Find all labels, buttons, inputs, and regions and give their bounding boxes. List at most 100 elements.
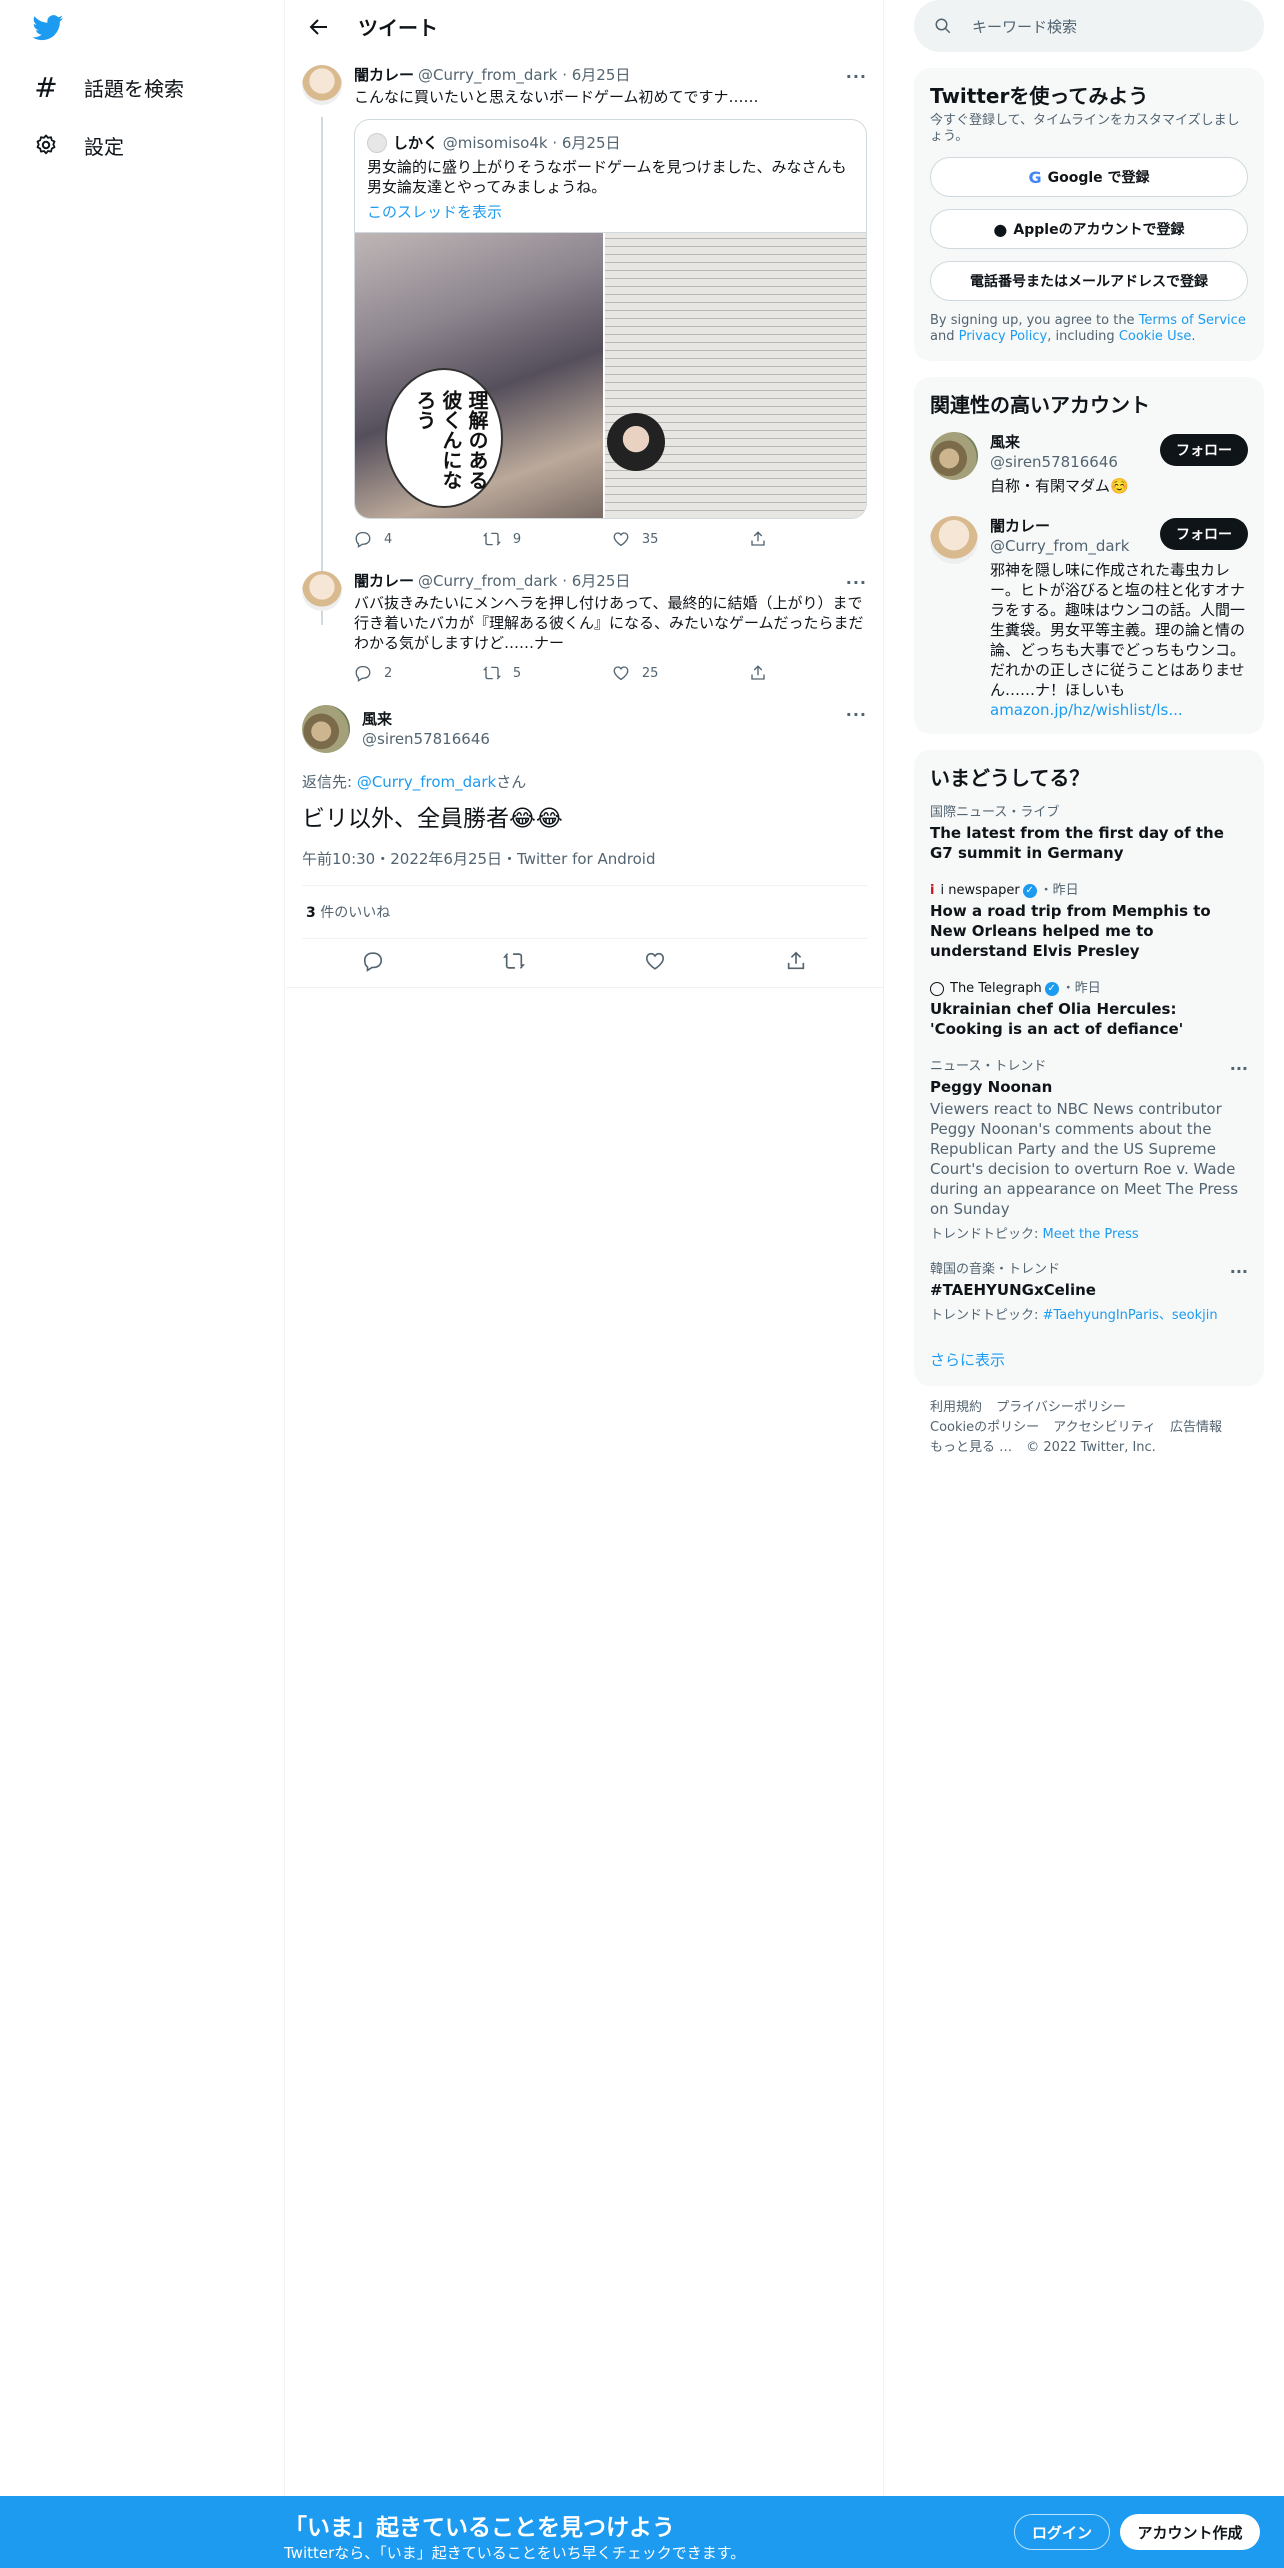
nav-settings[interactable]: 設定 bbox=[30, 120, 124, 170]
follow-button[interactable]: フォロー bbox=[1160, 434, 1248, 466]
share-button[interactable] bbox=[749, 530, 779, 548]
quoted-tweet[interactable]: しかく @misomiso4k · 6月25日 男女論的に盛り上がりそうなボード… bbox=[354, 119, 867, 519]
trend-context: 国際ニュース・ライブ bbox=[930, 805, 1060, 820]
search-box[interactable]: キーワード検索 bbox=[914, 0, 1264, 52]
trend-context: 韓国の音楽・トレンド bbox=[930, 1262, 1061, 1277]
avatar[interactable] bbox=[302, 571, 342, 611]
more-options-icon[interactable]: ··· bbox=[846, 573, 867, 592]
trend-topic-link[interactable]: #TaehyungInParis、seokjin bbox=[1043, 1308, 1218, 1323]
trend-item[interactable]: i i newspaper ✓ ・昨日 How a road trip from… bbox=[914, 873, 1264, 971]
reply-prefix: 返信先: bbox=[302, 773, 357, 791]
trend-item[interactable]: ニュース・トレンド ··· Peggy Noonan Viewers react… bbox=[914, 1049, 1264, 1252]
account-bio: 自称・有閑マダム☺️ bbox=[990, 477, 1129, 495]
image-caption: 理解のある彼くんになろう bbox=[413, 390, 489, 490]
back-arrow-icon[interactable] bbox=[302, 10, 336, 44]
cookie-use-link[interactable]: Cookie Use bbox=[1119, 329, 1192, 344]
share-button[interactable] bbox=[749, 664, 779, 682]
avatar[interactable] bbox=[302, 705, 350, 753]
reply-to-link[interactable]: @Curry_from_dark bbox=[357, 773, 496, 791]
tweet-actions: 2 5 25 bbox=[354, 653, 779, 693]
account-bio-link[interactable]: amazon.jp/hz/wishlist/ls... bbox=[990, 701, 1183, 719]
tweet-text: ババ抜きみたいにメンヘラを押し付けあって、最終的に結婚（上がり）まで行き着いたバ… bbox=[354, 594, 864, 652]
tweet-author-handle[interactable]: @siren57816646 bbox=[362, 730, 490, 748]
search-icon bbox=[935, 18, 951, 34]
tweet-actions bbox=[302, 939, 867, 987]
trend-item[interactable]: The Telegraph ✓ ・昨日 Ukrainian chef Olia … bbox=[914, 971, 1264, 1049]
show-thread-link[interactable]: このスレッドを表示 bbox=[355, 197, 866, 232]
footer-link[interactable]: 利用規約 bbox=[930, 1400, 982, 1415]
privacy-policy-link[interactable]: Privacy Policy bbox=[959, 329, 1048, 344]
trend-item[interactable]: 国際ニュース・ライブ The latest from the first day… bbox=[914, 795, 1264, 873]
email-signup-button[interactable]: 電話番号またはメールアドレスで登録 bbox=[930, 261, 1248, 301]
show-more-link[interactable]: さらに表示 bbox=[914, 1333, 1264, 1386]
tweet-author-name[interactable]: 闇カレー bbox=[354, 571, 414, 591]
trend-topic-label: トレンドトピック: bbox=[930, 1308, 1043, 1323]
more-options-icon[interactable]: ··· bbox=[1230, 1059, 1248, 1078]
reply-button[interactable]: 2 bbox=[354, 664, 392, 682]
tweet-timestamp[interactable]: 午前10:30・2022年6月25日・Twitter for Android bbox=[302, 848, 867, 886]
google-icon: G bbox=[1028, 167, 1042, 187]
tweet-author-name[interactable]: 風来 bbox=[362, 709, 490, 729]
quote-text: 男女論的に盛り上がりそうなボードゲームを見つけました、みなさんも男女論友達とやっ… bbox=[367, 158, 847, 196]
like-button[interactable]: 25 bbox=[612, 664, 658, 682]
google-signup-button[interactable]: G Google で登録 bbox=[930, 157, 1248, 197]
retweet-count: 5 bbox=[512, 665, 522, 681]
login-button[interactable]: ログイン bbox=[1014, 2514, 1110, 2550]
avatar[interactable] bbox=[930, 516, 978, 564]
apple-signup-label: Appleのアカウントで登録 bbox=[1013, 222, 1185, 238]
trend-item[interactable]: 韓国の音楽・トレンド ··· #TAEHYUNGxCeline トレンドトピック… bbox=[914, 1252, 1264, 1333]
related-accounts-card: 関連性の高いアカウント 風来 @siren57816646 自称・有閑マダム☺️… bbox=[914, 377, 1264, 734]
trend-topic: トレンドトピック: Meet the Press bbox=[930, 1223, 1248, 1242]
more-options-icon[interactable]: ··· bbox=[846, 67, 867, 86]
nav-explore[interactable]: # 話題を検索 bbox=[30, 62, 184, 112]
tweet[interactable]: 闇カレー @Curry_from_dark · 6月25日 ババ抜きみたいにメン… bbox=[286, 559, 883, 693]
tweet-author-name[interactable]: 闇カレー bbox=[354, 65, 414, 85]
tweet-date[interactable]: 6月25日 bbox=[572, 65, 631, 85]
trend-when: ・昨日 bbox=[1039, 883, 1079, 898]
terms-of-service-link[interactable]: Terms of Service bbox=[1139, 313, 1246, 328]
terms-text: , including bbox=[1047, 329, 1119, 344]
page-title: ツイート bbox=[358, 16, 438, 40]
share-button[interactable] bbox=[785, 950, 807, 976]
account-row[interactable]: 闇カレー @Curry_from_dark 邪神を隠し味に作成された毒虫カレー。… bbox=[914, 506, 1264, 734]
more-options-icon[interactable]: ··· bbox=[1230, 1262, 1248, 1281]
footer-link[interactable]: 広告情報 bbox=[1170, 1420, 1222, 1435]
apple-icon: ● bbox=[993, 219, 1008, 239]
footer: 利用規約 プライバシーポリシー Cookieのポリシー アクセシビリティ 広告情… bbox=[914, 1386, 1264, 1470]
tweet-author-handle[interactable]: @Curry_from_dark bbox=[418, 65, 557, 85]
footer-link[interactable]: Cookieのポリシー bbox=[930, 1420, 1039, 1435]
search-input[interactable]: キーワード検索 bbox=[972, 16, 1077, 37]
account-handle: @Curry_from_dark bbox=[990, 537, 1130, 555]
trend-topic-link[interactable]: Meet the Press bbox=[1043, 1227, 1139, 1242]
tweet-author-handle[interactable]: @Curry_from_dark bbox=[418, 571, 557, 591]
reply-button[interactable]: 4 bbox=[354, 530, 392, 548]
apple-signup-button[interactable]: ● Appleのアカウントで登録 bbox=[930, 209, 1248, 249]
like-button[interactable] bbox=[644, 950, 666, 976]
retweet-button[interactable] bbox=[502, 950, 525, 976]
tweet-date[interactable]: 6月25日 bbox=[572, 571, 631, 591]
banner-subtitle: Twitterなら、「いま」起きていることをいち早くチェックできます。 bbox=[284, 2544, 746, 2562]
quote-image-boardgame-box[interactable]: 理解のある彼くんになろう bbox=[355, 233, 603, 518]
retweet-button[interactable]: 9 bbox=[482, 530, 521, 548]
tweet[interactable]: 闇カレー @Curry_from_dark · 6月25日 こんなに買いたいと思… bbox=[286, 53, 883, 625]
nav-settings-label: 設定 bbox=[84, 134, 124, 159]
footer-link[interactable]: プライバシーポリシー bbox=[996, 1400, 1126, 1415]
likes-summary[interactable]: 3 件のいいね bbox=[302, 886, 867, 939]
heart-icon bbox=[646, 952, 665, 970]
more-options-icon[interactable]: ··· bbox=[846, 705, 867, 724]
like-button[interactable]: 35 bbox=[612, 530, 658, 548]
telegraph-logo-icon bbox=[930, 982, 944, 996]
reply-button[interactable] bbox=[362, 950, 384, 976]
footer-link[interactable]: アクセシビリティ bbox=[1053, 1420, 1156, 1435]
avatar[interactable] bbox=[930, 432, 978, 480]
avatar[interactable] bbox=[302, 65, 342, 105]
reply-context: 返信先: @Curry_from_darkさん bbox=[302, 771, 867, 792]
retweet-button[interactable]: 5 bbox=[482, 664, 522, 682]
quote-image-boardgame-back[interactable] bbox=[605, 233, 866, 518]
twitter-logo-icon[interactable] bbox=[32, 15, 64, 41]
quote-author-name: しかく bbox=[393, 134, 439, 152]
footer-link[interactable]: もっと見る … bbox=[930, 1440, 1012, 1455]
account-row[interactable]: 風来 @siren57816646 自称・有閑マダム☺️ フォロー bbox=[914, 422, 1264, 506]
follow-button[interactable]: フォロー bbox=[1160, 518, 1248, 550]
signup-button[interactable]: アカウント作成 bbox=[1120, 2514, 1260, 2550]
